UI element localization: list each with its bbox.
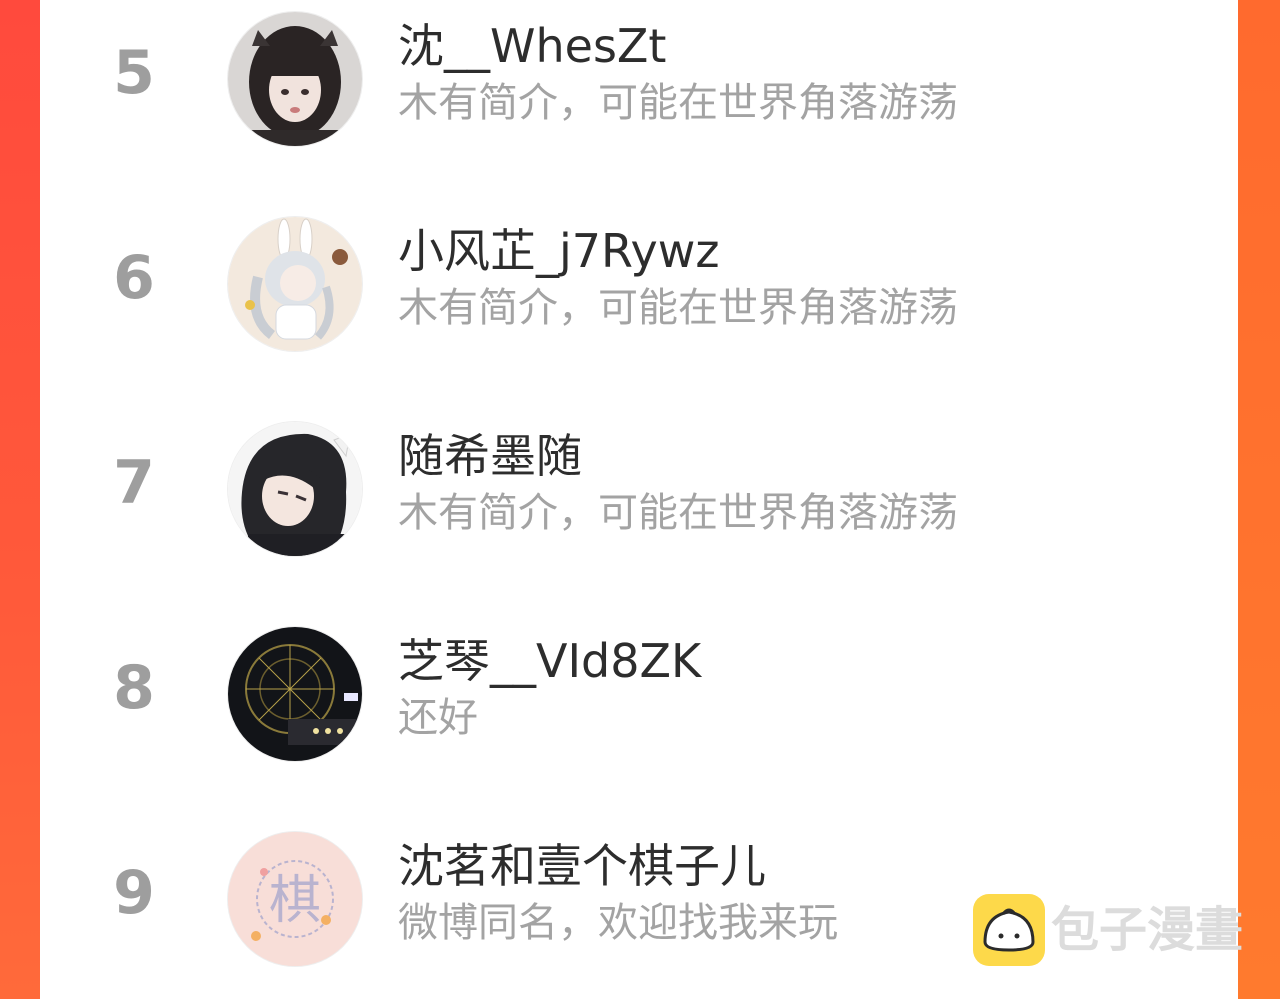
ferris-wheel-night-icon <box>228 627 362 761</box>
user-bio: 木有简介，可能在世界角落游荡 <box>398 80 958 126</box>
user-name[interactable]: 芝琴__VId8ZK <box>398 633 701 689</box>
user-avatar[interactable] <box>228 627 362 761</box>
rank-number: 5 <box>113 38 155 108</box>
user-name[interactable]: 随希墨随 <box>398 428 582 484</box>
watermark-text: 包子漫畫 <box>1051 902 1244 958</box>
user-avatar[interactable] <box>228 422 362 556</box>
bun-logo-icon <box>973 894 1045 966</box>
user-bio: 木有简介，可能在世界角落游荡 <box>398 285 958 331</box>
ranking-row[interactable]: 8 芝琴__VId8ZK 还好 <box>40 615 1238 761</box>
dark-hair-anime-icon <box>228 422 362 556</box>
user-bio: 微博同名，欢迎找我来玩 <box>398 900 838 946</box>
pink-chess-character-icon: 棋 <box>228 832 362 966</box>
user-name[interactable]: 小风芷_j7Rywz <box>398 223 719 279</box>
ranking-row[interactable]: 5 沈__WhesZt 木有简介，可能在世界角落游荡 <box>40 0 1238 146</box>
rank-number: 8 <box>113 653 155 723</box>
svg-text:棋: 棋 <box>269 871 321 931</box>
user-name[interactable]: 沈茗和壹个棋子儿 <box>398 838 766 894</box>
rank-number: 6 <box>113 243 155 313</box>
user-avatar[interactable] <box>228 12 362 146</box>
girl-portrait-icon <box>228 12 362 146</box>
rank-number: 9 <box>113 858 155 928</box>
user-bio: 木有简介，可能在世界角落游荡 <box>398 490 958 536</box>
user-avatar[interactable]: 棋 <box>228 832 362 966</box>
ranking-row[interactable]: 6 小风芷_j7Rywz 木有简介，可能在世界角落游荡 <box>40 205 1238 351</box>
right-accent-bar <box>1238 0 1280 999</box>
user-avatar[interactable] <box>228 217 362 351</box>
rank-number: 7 <box>113 448 155 518</box>
ranking-panel: 5 沈__WhesZt 木有简介，可能在世界角落游荡 6 小风芷_j7Rywz … <box>40 0 1238 999</box>
bunny-anime-icon <box>228 217 362 351</box>
user-bio: 还好 <box>398 695 478 741</box>
user-name[interactable]: 沈__WhesZt <box>398 18 666 74</box>
ranking-row[interactable]: 7 随希墨随 木有简介，可能在世界角落游荡 <box>40 410 1238 556</box>
